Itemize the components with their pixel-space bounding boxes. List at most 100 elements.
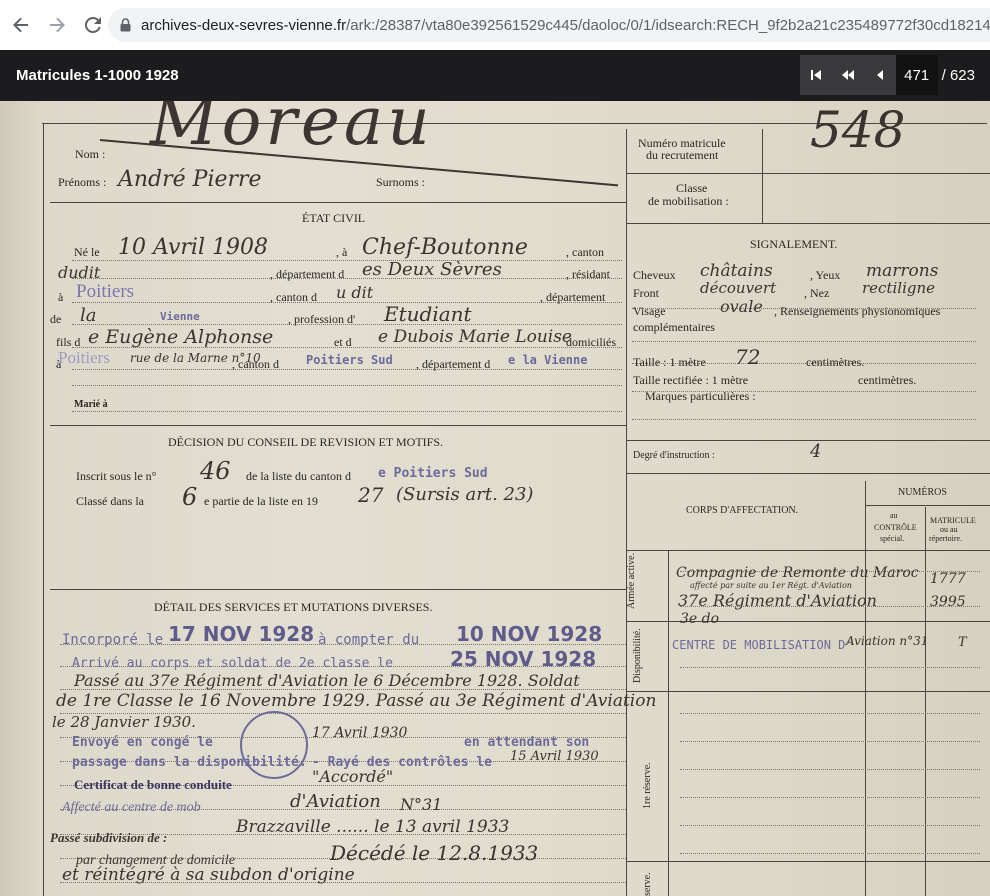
taille-handwriting: 72 — [735, 345, 761, 369]
nez-handwriting: rectiligne — [862, 279, 936, 297]
previous-ten-button[interactable] — [831, 55, 864, 95]
address-bar[interactable]: archives-deux-sevres-vienne.fr/ark:/2838… — [108, 8, 990, 42]
renseignements-label: , Renseignements physionomiques — [774, 304, 941, 318]
raye-handwriting: 15 Avril 1930 — [510, 749, 599, 764]
passe-handwriting-2: de 1re Classe le 16 Novembre 1929. Passé… — [56, 691, 657, 711]
residence-stamp: Poitiers — [76, 281, 135, 302]
passe-handwriting-1: Passé au 37e Régiment d'Aviation le 6 Dé… — [74, 671, 580, 690]
etat-civil-top — [50, 202, 626, 203]
front-label: Front — [633, 286, 660, 300]
residant-label: , résidant — [566, 267, 610, 281]
matricule-mid — [626, 173, 990, 174]
url-host: archives-deux-sevres-vienne.fr — [141, 16, 347, 34]
de-handwriting: la — [80, 305, 97, 326]
marie-label: Marié à — [74, 399, 108, 410]
incorpore-date: 17 NOV 1928 — [168, 622, 315, 646]
repertoire-label-1: MATRICULE — [930, 516, 976, 525]
classe-dans-label: Classé dans la — [76, 494, 144, 508]
affect-num-2: 3995 — [930, 594, 966, 610]
controle-label-3: spécial. — [880, 534, 905, 543]
forward-arrow-icon — [50, 17, 65, 33]
dept3-stamp: e la Vienne — [508, 353, 588, 367]
url-text: archives-deux-sevres-vienne.fr/ark:/2838… — [141, 17, 990, 34]
corps-label: CORPS D'AFFECTATION. — [686, 505, 799, 516]
dept-handwriting: es Deux Sèvres — [362, 259, 502, 280]
register-page: Moreau Nom : Prénoms : André Pierre Surn… — [0, 101, 990, 896]
affecte-stamp: Affecté au centre de mob — [62, 800, 201, 815]
certificat-handwriting: "Accordé" — [312, 767, 394, 786]
centre-stamp: CENTRE DE MOBILISATION D' — [672, 638, 853, 652]
page-navigator: 471 / 623 — [799, 55, 990, 95]
affecte-num: N°31 — [400, 795, 443, 814]
compter-stamp: à compter du — [318, 632, 420, 648]
a2-label: à — [58, 290, 64, 304]
du-handwriting: dudit — [58, 263, 101, 282]
ne-le-label: Né le — [74, 245, 100, 259]
reintegre-handwriting: et réintégré à sa subdon d'origine — [62, 865, 355, 885]
sursis-handwriting: (Sursis art. 23) — [396, 484, 534, 505]
taille-rectifiee-label: Taille rectifiée : 1 mètre — [633, 373, 749, 387]
detail-top — [50, 589, 626, 590]
numeros-sub — [865, 505, 990, 506]
back-button[interactable] — [6, 10, 36, 40]
signalement-bottom — [626, 440, 990, 441]
controle-label-1: au — [890, 511, 898, 520]
profession-label: , profession d' — [288, 312, 356, 326]
departement3-label: , département d — [416, 357, 491, 371]
inscrit-handwriting: 46 — [200, 457, 231, 485]
subdivision-stamp: Passé subdivision de : — [50, 830, 168, 845]
canton3-stamp: Poitiers Sud — [306, 353, 393, 367]
forward-button[interactable] — [42, 10, 72, 40]
arrive-stamp: Arrivé au corps et soldat de 2e classe l… — [72, 656, 393, 671]
subdivision-handwriting: Brazzaville ...... le 13 avril 1933 — [236, 817, 510, 837]
classe-label-2: de mobilisation : — [648, 194, 729, 208]
affect-handwriting-3: 3e do — [680, 611, 720, 627]
prenoms-handwriting: André Pierre — [118, 167, 262, 192]
prenoms-label: Prénoms : — [58, 175, 107, 189]
reload-button[interactable] — [78, 10, 108, 40]
previous-page-button[interactable] — [863, 55, 896, 95]
current-page-input[interactable]: 471 — [895, 55, 938, 95]
a-label: , à — [336, 245, 348, 259]
passage-stamp: passage dans la disponibilité. — [72, 755, 307, 770]
first-page-button[interactable] — [799, 55, 832, 95]
armee-active-label: Armée active. — [626, 552, 637, 609]
visage-label: Visage — [633, 304, 666, 318]
browser-toolbar: archives-deux-sevres-vienne.fr/ark:/2838… — [0, 0, 990, 51]
decede-handwriting: Décédé le 12.8.1933 — [330, 841, 539, 865]
centimetres2-label: centimètres. — [858, 373, 917, 387]
visage-handwriting: ovale — [720, 297, 763, 316]
corps-bottom — [626, 550, 990, 551]
surname-handwriting: Moreau — [150, 101, 434, 160]
attente-stamp: en attendant son — [464, 735, 590, 750]
reserve-bottom — [626, 861, 990, 862]
detail-title: DÉTAIL DES SERVICES ET MUTATIONS DIVERSE… — [154, 600, 433, 614]
classe-top — [626, 223, 990, 224]
yeux-label: , Yeux — [810, 268, 841, 282]
cheveux-handwriting: châtains — [700, 261, 773, 281]
centimetres-label: centimètres. — [806, 355, 865, 369]
canton3-label: , canton d — [232, 357, 279, 371]
decision-top — [50, 425, 626, 426]
departement-label: , département d — [270, 267, 345, 281]
ne-le-handwriting: 10 Avril 1908 — [118, 235, 268, 260]
envoye-stamp: Envoyé en congé le — [72, 735, 213, 750]
inscrit-label: Inscrit sous le n° — [76, 469, 157, 483]
mere-handwriting: e Dubois Marie Louise — [378, 327, 572, 347]
document-title: Matricules 1-1000 1928 — [16, 67, 179, 84]
total-pages: / 623 — [941, 66, 975, 84]
departement2-label: , département — [540, 290, 606, 304]
frame-left — [43, 123, 44, 896]
et-label: et d — [334, 335, 352, 349]
lock-icon — [120, 17, 131, 33]
back-arrow-icon — [13, 17, 28, 33]
controle-label-2: CONTRÔLE — [874, 523, 917, 532]
partie-label: e partie de la liste en 19 — [204, 494, 318, 508]
lieu-handwriting: Chef-Boutonne — [362, 235, 528, 260]
numeros-divider-2 — [925, 507, 926, 896]
signalement-title: SIGNALEMENT. — [750, 237, 838, 251]
pere-handwriting: e Eugène Alphonse — [88, 326, 274, 348]
arrive-date: 25 NOV 1928 — [450, 647, 597, 671]
incorpore-stamp: Incorporé le — [62, 632, 164, 648]
document-viewport[interactable]: Moreau Nom : Prénoms : André Pierre Surn… — [0, 101, 990, 896]
